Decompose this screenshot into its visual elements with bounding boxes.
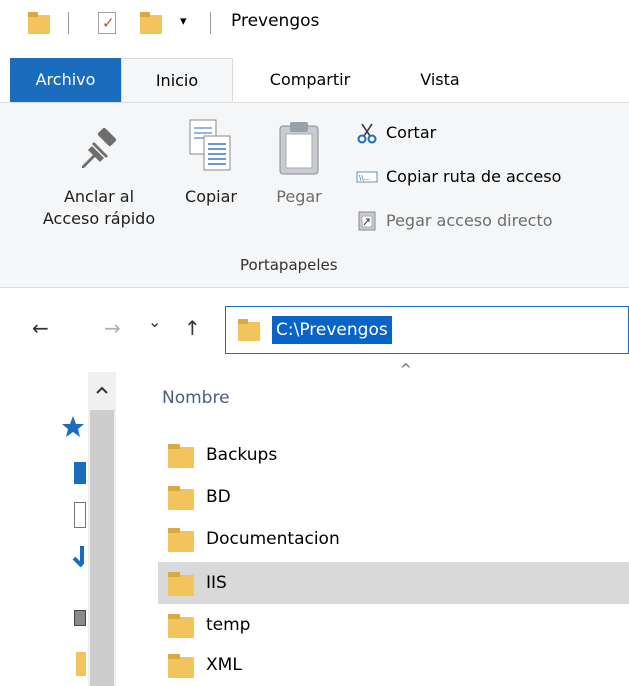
- downloads-icon[interactable]: [70, 546, 88, 576]
- folder-icon[interactable]: [76, 652, 86, 676]
- properties-icon[interactable]: ✓: [96, 12, 118, 34]
- file-name: temp: [206, 615, 251, 635]
- pin-label-line2: Acceso rápido: [42, 209, 156, 228]
- up-button[interactable]: ↑: [184, 316, 201, 340]
- tab-archivo[interactable]: Archivo: [10, 58, 121, 102]
- pictures-icon[interactable]: [74, 610, 86, 626]
- list-item[interactable]: temp: [158, 604, 629, 646]
- list-item[interactable]: Documentacion: [158, 518, 629, 560]
- column-header-name[interactable]: Nombre: [162, 388, 230, 408]
- documents-icon[interactable]: [74, 502, 86, 528]
- tab-inicio[interactable]: Inicio: [121, 58, 233, 104]
- paste-icon[interactable]: [276, 118, 322, 178]
- list-item[interactable]: Backups: [158, 434, 629, 476]
- ribbon-tabs: Archivo Inicio Compartir Vista: [0, 58, 629, 104]
- address-bar[interactable]: C:\Prevengos: [225, 306, 629, 354]
- paste-shortcut-icon: [358, 211, 376, 231]
- folder-icon: [168, 444, 194, 468]
- folder-icon: [168, 654, 194, 678]
- pin-label-line1: Anclar al: [63, 187, 135, 206]
- window-title: Prevengos: [231, 11, 320, 31]
- scroll-up-icon[interactable]: [94, 384, 110, 396]
- folder-icon: [168, 486, 194, 510]
- paste-button[interactable]: Pegar: [268, 186, 330, 208]
- folder-icon: [168, 614, 194, 638]
- copy-icon[interactable]: [188, 118, 234, 178]
- list-item[interactable]: BD: [158, 476, 629, 518]
- file-name: Backups: [206, 445, 278, 465]
- folder-icon: [238, 319, 260, 341]
- customize-toolbar-dropdown[interactable]: ▾: [180, 14, 187, 29]
- copy-path-icon: \\...: [356, 171, 378, 183]
- back-button[interactable]: ←: [32, 316, 49, 340]
- list-item[interactable]: XML: [158, 644, 629, 686]
- pin-icon[interactable]: [78, 128, 122, 172]
- desktop-icon[interactable]: [74, 462, 86, 484]
- scissors-icon: [357, 123, 377, 144]
- file-name: Documentacion: [206, 529, 340, 549]
- copy-button[interactable]: Copiar: [180, 186, 242, 208]
- address-path[interactable]: C:\Prevengos: [272, 316, 392, 344]
- separator: [210, 12, 211, 34]
- list-item-selected[interactable]: IIS: [158, 562, 629, 604]
- paste-shortcut-button[interactable]: Pegar acceso directo: [386, 210, 553, 232]
- separator: [68, 12, 69, 34]
- folder-icon: [168, 572, 194, 596]
- new-folder-icon[interactable]: [140, 12, 162, 34]
- forward-button[interactable]: →: [104, 316, 121, 340]
- star-icon[interactable]: [60, 414, 86, 440]
- tab-compartir[interactable]: Compartir: [240, 58, 380, 102]
- folder-icon[interactable]: [28, 12, 50, 34]
- pin-quick-access-button[interactable]: Anclar al Acceso rápido: [22, 186, 176, 230]
- cut-button[interactable]: Cortar: [386, 122, 436, 144]
- file-name: BD: [206, 487, 231, 507]
- copy-path-button[interactable]: Copiar ruta de acceso: [386, 166, 561, 188]
- title-bar: ✓ ▾ Prevengos: [0, 0, 629, 52]
- svg-text:\\...: \\...: [359, 174, 370, 182]
- file-name: XML: [206, 655, 242, 675]
- group-label-clipboard: Portapapeles: [240, 256, 338, 274]
- sort-ascending-icon: ^: [400, 362, 412, 378]
- recent-locations-button[interactable]: ⌄: [148, 312, 161, 331]
- nav-scrollbar-thumb[interactable]: [90, 410, 114, 686]
- folder-icon: [168, 528, 194, 552]
- file-name: IIS: [206, 573, 227, 593]
- tab-vista[interactable]: Vista: [400, 58, 480, 102]
